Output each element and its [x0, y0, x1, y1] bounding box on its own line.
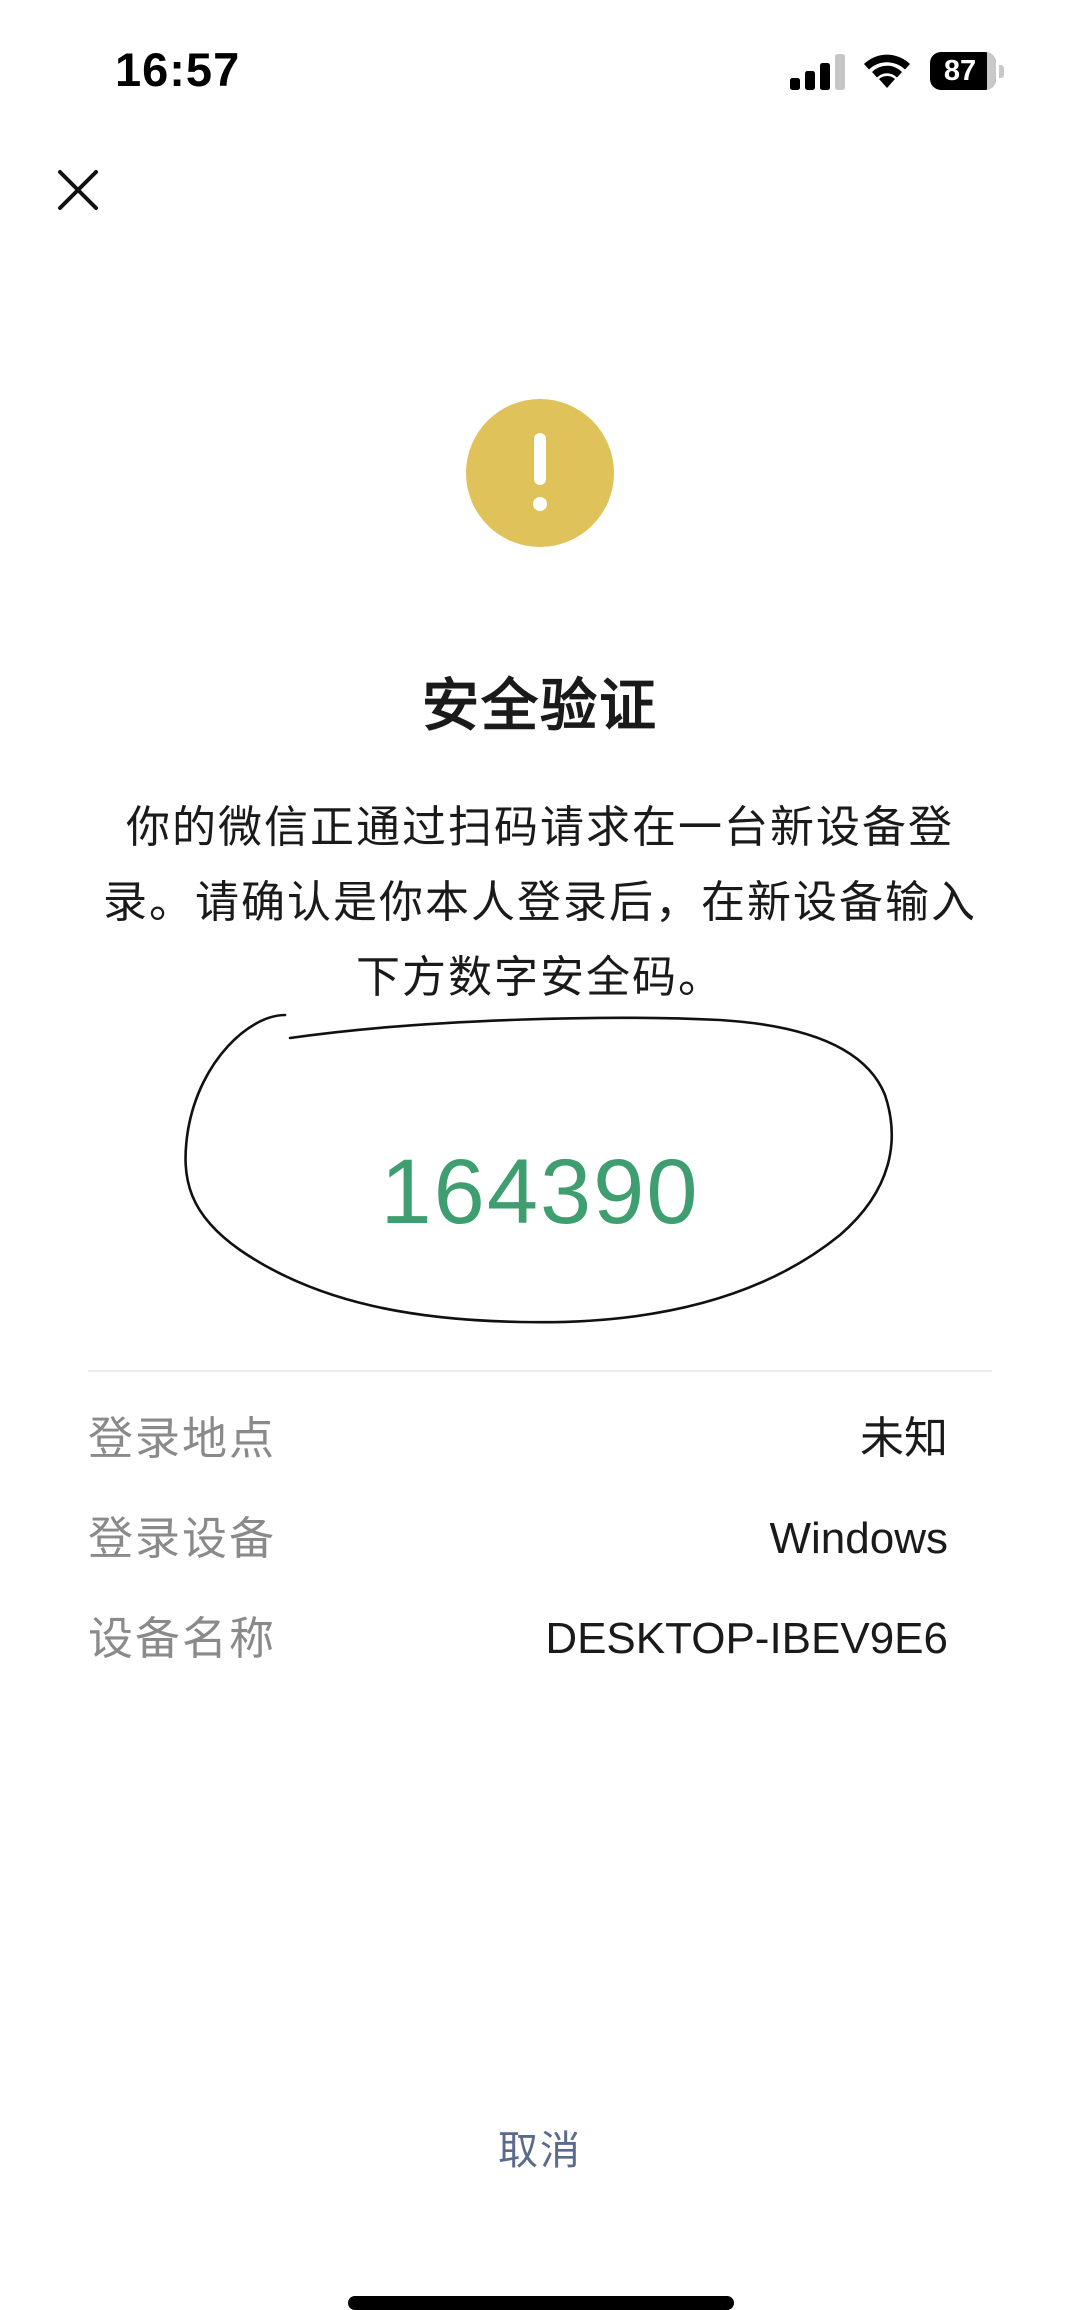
wifi-icon	[864, 54, 910, 88]
info-value-device-name: DESKTOP-IBEV9E6	[545, 1614, 948, 1663]
info-row-device: 登录设备 Windows	[88, 1504, 948, 1574]
info-label-device: 登录设备	[88, 1512, 277, 1565]
cellular-signal-icon	[790, 54, 845, 90]
close-icon	[58, 170, 98, 210]
status-time: 16:57	[115, 43, 241, 96]
info-value-device: Windows	[769, 1514, 949, 1563]
battery-icon: 87	[930, 52, 1004, 90]
info-label-device-name: 设备名称	[88, 1612, 277, 1665]
cancel-button[interactable]: 取消	[440, 2116, 640, 2186]
page-title: 安全验证	[422, 673, 658, 739]
divider	[88, 1370, 992, 1372]
info-row-location: 登录地点 未知	[88, 1404, 948, 1474]
security-code: 164390	[380, 1141, 700, 1243]
status-bar: 16:57 87	[0, 0, 1080, 140]
exclamation-icon	[466, 399, 614, 547]
info-label-location: 登录地点	[88, 1412, 277, 1465]
battery-level: 87	[943, 55, 977, 87]
description-text: 你的微信正通过扫码请求在一台新设备登录。请确认是你本人登录后，在新设备输入下方数…	[103, 802, 977, 1003]
home-indicator	[348, 2296, 734, 2310]
info-row-device-name: 设备名称 DESKTOP-IBEV9E6	[88, 1604, 948, 1674]
close-button[interactable]	[48, 160, 108, 220]
info-value-location: 未知	[860, 1414, 948, 1463]
